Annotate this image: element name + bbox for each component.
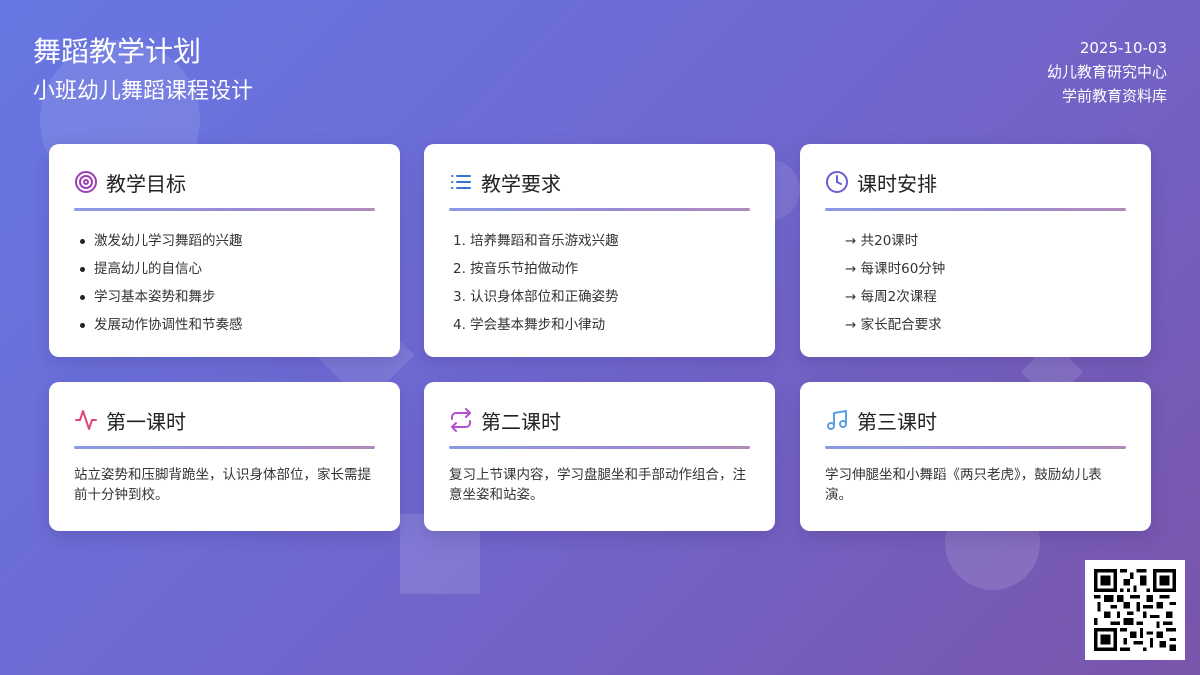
card-teaching-goals: 教学目标 激发幼儿学习舞蹈的兴趣 提高幼儿的自信心 学习基本姿势和舞步 发展动作… [49, 144, 400, 357]
card-lesson-1: 第一课时 站立姿势和压脚背跪坐，认识身体部位，家长需提前十分钟到校。 [49, 382, 400, 531]
list-item: 学习基本姿势和舞步 [74, 283, 375, 311]
card-class-schedule: 课时安排 → 共20课时 → 每课时60分钟 → 每周2次课程 → 家长配合要求 [800, 144, 1151, 357]
card-title: 第二课时 [481, 409, 561, 434]
card-title: 教学要求 [481, 171, 561, 196]
list-item: 2. 按音乐节拍做动作 [453, 261, 579, 277]
lesson-description: 复习上节课内容，学习盘腿坐和手部动作组合，注意坐姿和站姿。 [449, 467, 746, 503]
list-item: 3. 认识身体部位和正确姿势 [453, 289, 619, 305]
card-teaching-requirements: 教学要求 1. 培养舞蹈和音乐游戏兴趣 2. 按音乐节拍做动作 3. 认识身体部… [424, 144, 775, 357]
card-title: 教学目标 [106, 171, 186, 196]
card-divider [449, 446, 750, 449]
schedule-list: → 共20课时 → 每课时60分钟 → 每周2次课程 → 家长配合要求 [825, 227, 1126, 339]
goals-list: 激发幼儿学习舞蹈的兴趣 提高幼儿的自信心 学习基本姿势和舞步 发展动作协调性和节… [74, 227, 375, 339]
list-item: 激发幼儿学习舞蹈的兴趣 [74, 227, 375, 255]
lesson-description: 站立姿势和压脚背跪坐，认识身体部位，家长需提前十分钟到校。 [74, 467, 371, 503]
card-lesson-3: 第三课时 学习伸腿坐和小舞蹈《两只老虎》，鼓励幼儿表演。 [800, 382, 1151, 531]
list-item: → 每周2次课程 [845, 289, 937, 305]
lesson-description: 学习伸腿坐和小舞蹈《两只老虎》，鼓励幼儿表演。 [825, 467, 1102, 503]
target-icon [74, 170, 98, 194]
list-icon [449, 170, 473, 194]
list-item: 1. 培养舞蹈和音乐游戏兴趣 [453, 233, 619, 249]
qr-code-image [1094, 569, 1176, 651]
list-item: 提高幼儿的自信心 [74, 255, 375, 283]
list-item: → 家长配合要求 [845, 317, 942, 333]
page-title: 舞蹈教学计划 [33, 35, 202, 68]
card-title: 第一课时 [106, 409, 186, 434]
requirements-list: 1. 培养舞蹈和音乐游戏兴趣 2. 按音乐节拍做动作 3. 认识身体部位和正确姿… [449, 227, 750, 339]
card-divider [825, 446, 1126, 449]
header-titles: 舞蹈教学计划 小班幼儿舞蹈课程设计 [33, 34, 253, 108]
list-item: 4. 学会基本舞步和小律动 [453, 317, 606, 333]
pulse-icon [74, 408, 98, 432]
source-label: 学前教育资料库 [1061, 87, 1167, 105]
header-meta: 2025-10-03 幼儿教育研究中心 学前教育资料库 [1047, 36, 1167, 108]
page-subtitle: 小班幼儿舞蹈课程设计 [33, 79, 254, 104]
org-label: 幼儿教育研究中心 [1046, 63, 1167, 81]
card-title: 第三课时 [857, 409, 937, 434]
qr-code [1085, 560, 1185, 660]
card-divider [74, 208, 375, 211]
date-label: 2025-10-03 [1079, 39, 1167, 57]
list-item: 发展动作协调性和节奏感 [74, 311, 375, 339]
card-lesson-2: 第二课时 复习上节课内容，学习盘腿坐和手部动作组合，注意坐姿和站姿。 [424, 382, 775, 531]
card-divider [825, 208, 1126, 211]
list-item: → 共20课时 [845, 233, 919, 249]
repeat-icon [449, 408, 473, 432]
card-divider [74, 446, 375, 449]
card-divider [449, 208, 750, 211]
music-note-icon [825, 408, 849, 432]
list-item: → 每课时60分钟 [845, 261, 946, 277]
clock-icon [825, 170, 849, 194]
card-title: 课时安排 [857, 171, 937, 196]
